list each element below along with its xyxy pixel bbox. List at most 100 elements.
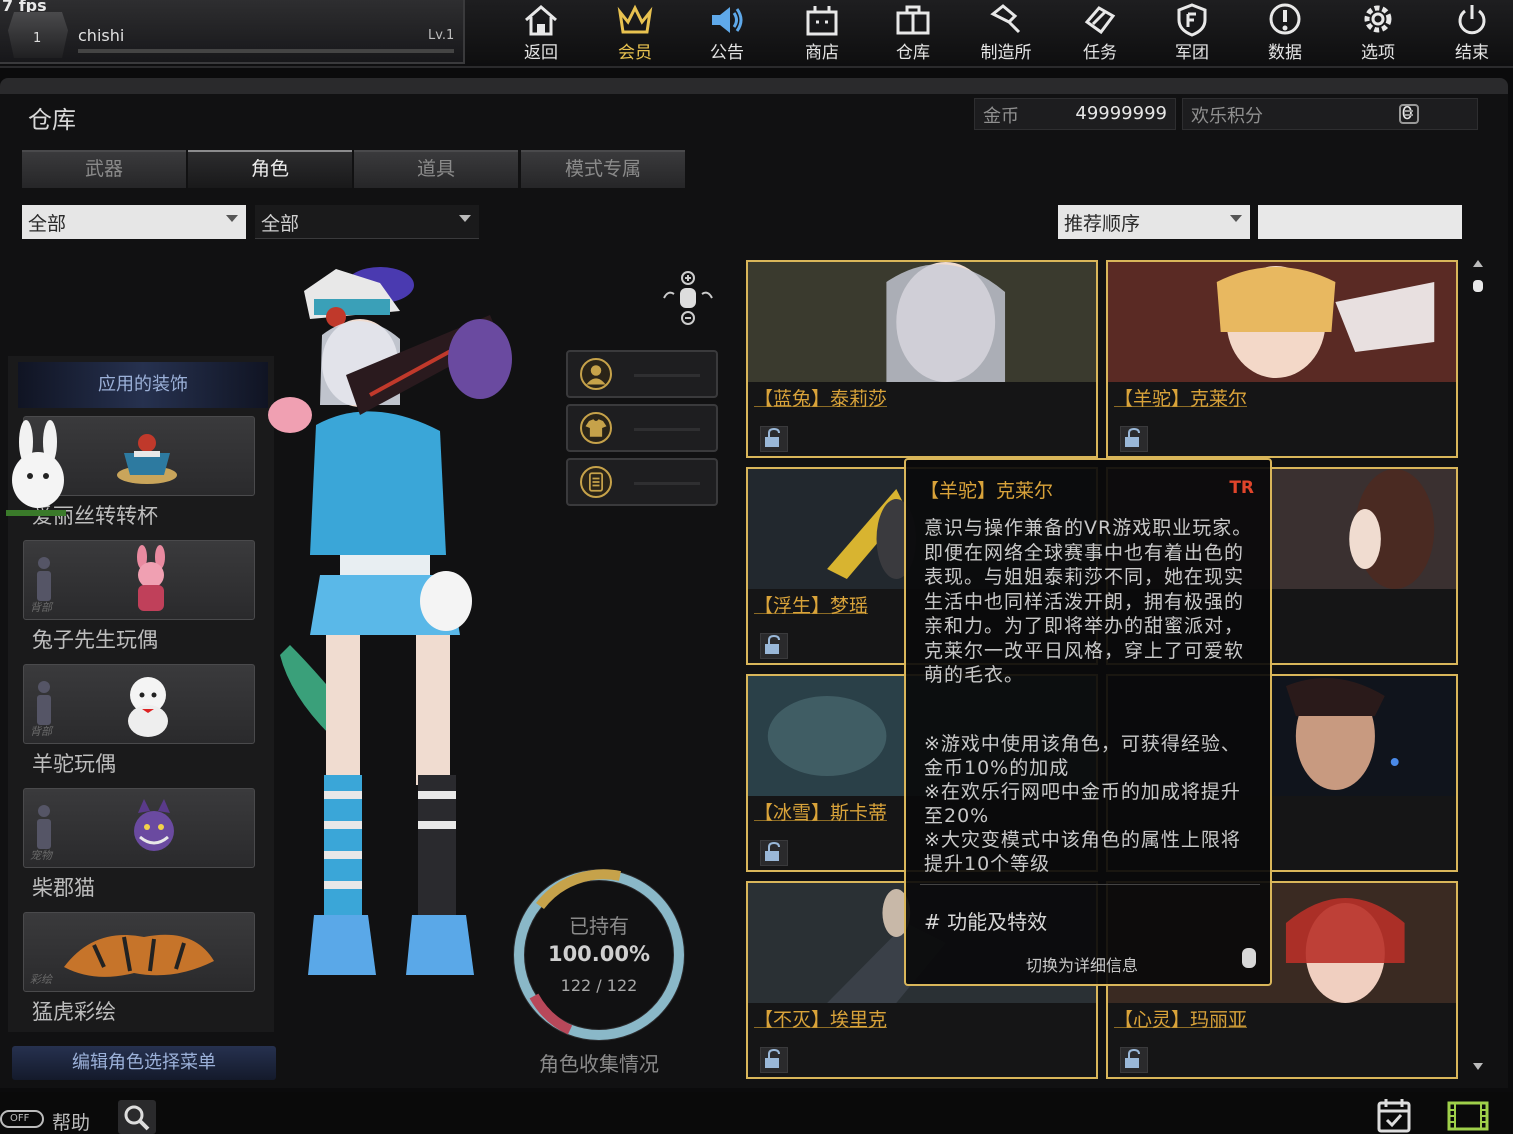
gear-icon bbox=[1364, 5, 1392, 33]
xp-bar bbox=[78, 49, 454, 53]
calendar-icon[interactable] bbox=[1374, 1096, 1414, 1134]
back-slot-icon bbox=[37, 557, 51, 601]
equip-slot-character[interactable] bbox=[566, 350, 718, 398]
briefcase-icon bbox=[896, 5, 930, 35]
search-input[interactable] bbox=[1258, 205, 1462, 239]
chevron-down-icon bbox=[226, 215, 238, 222]
tab-mode-exclusive[interactable]: 模式专属 bbox=[521, 150, 685, 188]
nav-clan[interactable]: 军团 bbox=[1152, 0, 1232, 64]
help-label: 帮助 bbox=[52, 1112, 91, 1134]
decoration-name: 柴郡猫 bbox=[32, 876, 95, 900]
character-portrait bbox=[748, 262, 1096, 382]
gold-display: 金币 49999999 bbox=[974, 98, 1176, 130]
rotate-control-icon[interactable] bbox=[660, 268, 716, 328]
points-info-icon[interactable] bbox=[1397, 102, 1421, 126]
shirt-icon bbox=[580, 412, 612, 444]
tiger-paint-icon bbox=[64, 934, 214, 977]
points-display: 欢乐积分 0 bbox=[1182, 98, 1478, 130]
character-tooltip: 【羊驼】克莱尔 TR 意识与操作兼备的VR游戏职业玩家。即便在网络全球赛事中也有… bbox=[904, 458, 1272, 986]
decoration-name: 猛虎彩绘 bbox=[32, 1000, 116, 1024]
tooltip-title: 【羊驼】克莱尔 bbox=[920, 480, 1054, 502]
nav-vip[interactable]: 会员 bbox=[595, 0, 675, 64]
shield-icon bbox=[1177, 3, 1207, 37]
bottom-bar bbox=[0, 1092, 1513, 1134]
decoration-slot-4[interactable]: 宠物 bbox=[23, 788, 255, 868]
scroll-down-icon[interactable] bbox=[1472, 1062, 1484, 1072]
left-sneaker bbox=[308, 915, 376, 975]
tab-weapons[interactable]: 武器 bbox=[22, 150, 186, 188]
decoration-name: 羊驼玩偶 bbox=[32, 752, 116, 776]
help-toggle[interactable]: OFF bbox=[0, 1110, 44, 1128]
equip-slot-outfit[interactable] bbox=[566, 404, 718, 452]
tooltip-bonus: ※游戏中使用该角色，可获得经验、金币10%的加成 ※在欢乐行网吧中金币的加成将提… bbox=[924, 733, 1241, 875]
applied-decorations-panel: 应用的装饰 爱丽丝转转杯 背部 兔子先生玩偶 背部 羊驼玩偶 宠物 柴郡猫 彩绘… bbox=[6, 356, 274, 1032]
film-icon[interactable] bbox=[1446, 1100, 1490, 1132]
collection-status-label: 角色收集情况 bbox=[539, 1052, 659, 1076]
equip-slot-extra[interactable] bbox=[566, 458, 718, 506]
pet-slot-icon bbox=[37, 805, 51, 849]
owned-count: 122 / 122 bbox=[560, 976, 638, 995]
decoration-name: 兔子先生玩偶 bbox=[32, 628, 158, 652]
decoration-slot-5[interactable]: 彩绘 bbox=[23, 912, 255, 992]
tooltip-switch-hint: 切换为详细信息 bbox=[1026, 956, 1139, 975]
unlock-icon bbox=[1120, 426, 1148, 452]
subcategory-filter-dropdown[interactable]: 全部 bbox=[255, 205, 479, 239]
edit-character-menu-button[interactable]: 编辑角色选择菜单 bbox=[12, 1046, 276, 1080]
back-slot-icon bbox=[37, 681, 51, 725]
home-icon bbox=[525, 5, 557, 36]
player-level: Lv.1 bbox=[428, 28, 455, 43]
sort-dropdown[interactable]: 推荐顺序 bbox=[1058, 205, 1250, 239]
tooltip-section-title: # 功能及特效 bbox=[924, 910, 1048, 934]
scroll-up-icon[interactable] bbox=[1472, 258, 1484, 268]
rabbit-doll-model bbox=[268, 397, 312, 433]
power-icon bbox=[1458, 5, 1486, 35]
tooltip-description: 意识与操作兼备的VR游戏职业玩家。即便在网络全球赛事中也有着出色的表现。与姐姐泰… bbox=[924, 517, 1253, 686]
character-model-preview[interactable] bbox=[250, 255, 540, 1005]
nav-shop[interactable]: 商店 bbox=[782, 0, 862, 64]
mission-icon bbox=[1084, 6, 1116, 35]
character-portrait-icon bbox=[580, 358, 612, 390]
nav-workshop[interactable]: 制造所 bbox=[966, 0, 1046, 64]
decoration-slot-2[interactable]: 背部 bbox=[23, 540, 255, 620]
decorations-header: 应用的装饰 bbox=[18, 362, 268, 408]
nav-mission[interactable]: 任务 bbox=[1060, 0, 1140, 64]
page-title: 仓库 bbox=[28, 106, 76, 134]
nav-warehouse[interactable]: 仓库 bbox=[873, 0, 953, 64]
cheshire-cat-icon bbox=[134, 799, 174, 851]
nav-options[interactable]: 选项 bbox=[1338, 0, 1418, 64]
mouse-icon bbox=[1242, 948, 1256, 968]
player-name: chishi bbox=[78, 26, 125, 45]
character-card[interactable]: 【羊驼】克莱尔 bbox=[1106, 260, 1458, 458]
rank-number: 1 bbox=[33, 31, 42, 46]
alpaca-doll-model bbox=[420, 571, 472, 631]
alpaca-doll-icon bbox=[128, 677, 168, 737]
tab-characters[interactable]: 角色 bbox=[188, 150, 352, 188]
teacup-decoration-icon bbox=[117, 434, 177, 484]
rabbit-doll-icon bbox=[137, 545, 165, 611]
tooltip-badge: TR bbox=[1229, 478, 1254, 498]
shop-icon bbox=[806, 6, 838, 36]
document-icon bbox=[580, 466, 612, 498]
gold-value: 49999999 bbox=[1075, 103, 1167, 124]
nav-back[interactable]: 返回 bbox=[501, 0, 581, 64]
info-icon bbox=[1269, 3, 1301, 35]
nav-data[interactable]: 数据 bbox=[1245, 0, 1325, 64]
nav-notice[interactable]: 公告 bbox=[687, 0, 767, 64]
character-hoodie bbox=[310, 411, 446, 555]
nav-exit[interactable]: 结束 bbox=[1432, 0, 1512, 64]
rabbit-companion-icon bbox=[6, 420, 66, 516]
search-icon[interactable] bbox=[118, 1100, 156, 1134]
crown-icon bbox=[617, 4, 653, 34]
category-filter-dropdown[interactable]: 全部 bbox=[22, 205, 246, 239]
character-card[interactable]: 【蓝兔】泰莉莎 bbox=[746, 260, 1098, 458]
unlock-icon bbox=[760, 1047, 788, 1073]
owned-label: 已持有 bbox=[569, 914, 629, 938]
tab-items[interactable]: 道具 bbox=[354, 150, 518, 188]
player-info: 7 fps 1 chishi Lv.1 bbox=[0, 0, 465, 64]
chevron-down-icon bbox=[1230, 215, 1242, 222]
hammer-icon bbox=[990, 4, 1021, 34]
cheshire-cat-model bbox=[448, 319, 512, 399]
scrollbar-thumb[interactable] bbox=[1473, 280, 1483, 292]
right-sneaker bbox=[406, 915, 474, 975]
decoration-slot-3[interactable]: 背部 bbox=[23, 664, 255, 744]
